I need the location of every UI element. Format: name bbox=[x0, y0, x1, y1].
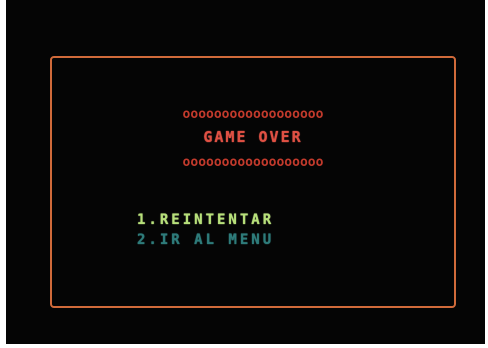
top-decoration-row: oooooooooooooooooo bbox=[182, 107, 324, 122]
game-over-title: GAME OVER bbox=[203, 128, 303, 146]
game-screen: oooooooooooooooooo GAME OVER ooooooooooo… bbox=[6, 0, 485, 344]
retry-option[interactable]: 1.REINTENTAR bbox=[137, 212, 274, 228]
menu-option[interactable]: 2.IR AL MENU bbox=[137, 232, 274, 248]
bottom-decoration-row: oooooooooooooooooo bbox=[182, 155, 324, 170]
game-over-panel: oooooooooooooooooo GAME OVER ooooooooooo… bbox=[50, 56, 456, 308]
